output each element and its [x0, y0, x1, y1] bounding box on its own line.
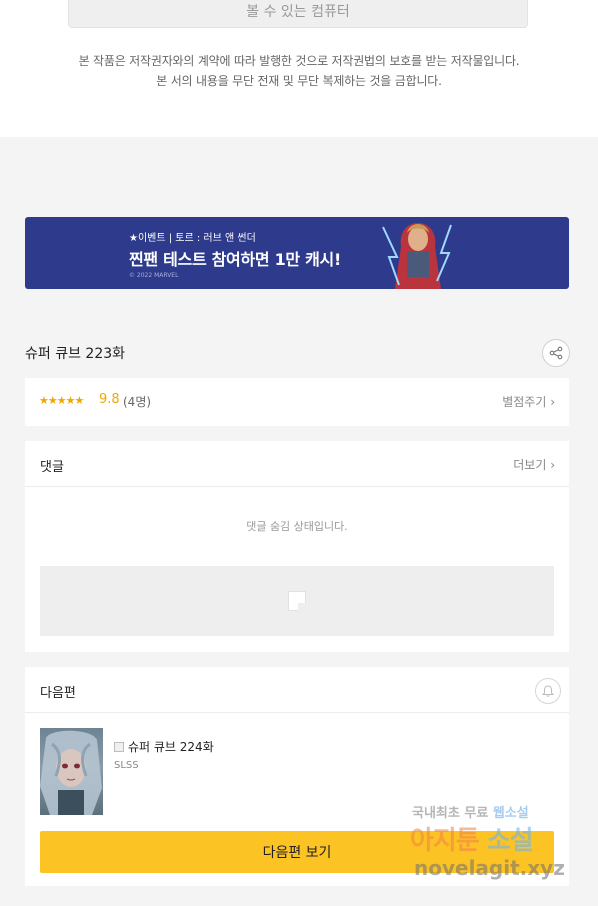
bell-icon	[541, 685, 555, 697]
comments-more-link[interactable]: 더보기 ›	[513, 456, 555, 473]
ad-placeholder[interactable]	[40, 566, 554, 636]
ad-placeholder-icon	[288, 591, 306, 611]
rate-button[interactable]: 별점주기 ›	[502, 393, 555, 410]
watermark-line-1-accent: 웹소설	[492, 806, 529, 821]
watermark-line-2-accent: 소설	[486, 826, 534, 856]
copyright-line-2: 본 서의 내용을 무단 전재 및 무단 복제하는 것을 금합니다.	[156, 74, 442, 88]
rating-card: ★★★★★ 9.8 (4명) 별점주기 ›	[25, 378, 569, 426]
rating-stars: ★★★★★	[39, 394, 84, 407]
watermark-line-2-text: 아지툰	[410, 826, 480, 856]
episode-title: 슈퍼 큐브 223화	[25, 346, 126, 362]
banner-title: 찐팬 테스트 참여하면 1만 캐시!	[129, 250, 341, 269]
site-watermark: 국내최초 무료 웹소설 아지툰 소설 novelagit.xyz	[410, 800, 590, 890]
character-illustration	[40, 730, 102, 815]
comments-card: 댓글 더보기 › 댓글 숨김 상태입니다.	[25, 441, 569, 652]
banner-copyright: © 2022 MARVEL	[129, 272, 179, 279]
next-episode-author: SLSS	[114, 760, 139, 771]
episode-badge-icon	[114, 741, 124, 752]
next-episode-heading: 다음편	[40, 686, 76, 701]
next-episode-header: 다음편	[25, 667, 569, 713]
next-episode-thumbnail[interactable]	[40, 728, 103, 815]
watermark-line-1-text: 국내최초 무료	[412, 806, 489, 821]
watermark-url: novelagit.xyz	[414, 856, 565, 880]
copyright-notice: 본 작품은 저작권자와의 계약에 따라 발행한 것으로 저작권법의 보호를 받는…	[0, 51, 598, 91]
rating-count: (4명)	[123, 395, 152, 409]
rating-score: 9.8	[99, 392, 120, 407]
top-section: 볼 수 있는 컴퓨터 본 작품은 저작권자와의 계약에 따라 발행한 것으로 저…	[0, 0, 598, 137]
notification-button[interactable]	[535, 678, 561, 704]
share-button[interactable]	[542, 339, 570, 367]
comments-hidden-message: 댓글 숨김 상태입니다.	[246, 520, 348, 533]
hero-illustration	[382, 223, 452, 289]
share-icon	[549, 346, 563, 360]
watermark-line-2: 아지툰 소설	[410, 820, 534, 857]
comments-title: 댓글	[40, 460, 64, 475]
top-action-label: 볼 수 있는 컴퓨터	[246, 4, 350, 20]
banner-event-label: ★이벤트 | 토르 : 러브 앤 썬더	[129, 233, 256, 244]
next-episode-title-row[interactable]: 슈퍼 큐브 224화	[114, 738, 214, 755]
top-action-box[interactable]: 볼 수 있는 컴퓨터	[68, 0, 528, 28]
next-episode-title: 슈퍼 큐브 224화	[128, 740, 214, 754]
watermark-line-1: 국내최초 무료 웹소설	[412, 802, 529, 821]
copyright-line-1: 본 작품은 저작권자와의 계약에 따라 발행한 것으로 저작권법의 보호를 받는…	[78, 54, 520, 68]
event-banner[interactable]: ★이벤트 | 토르 : 러브 앤 썬더 찐팬 테스트 참여하면 1만 캐시! ©…	[25, 217, 569, 289]
comments-header: 댓글 더보기 ›	[25, 441, 569, 487]
